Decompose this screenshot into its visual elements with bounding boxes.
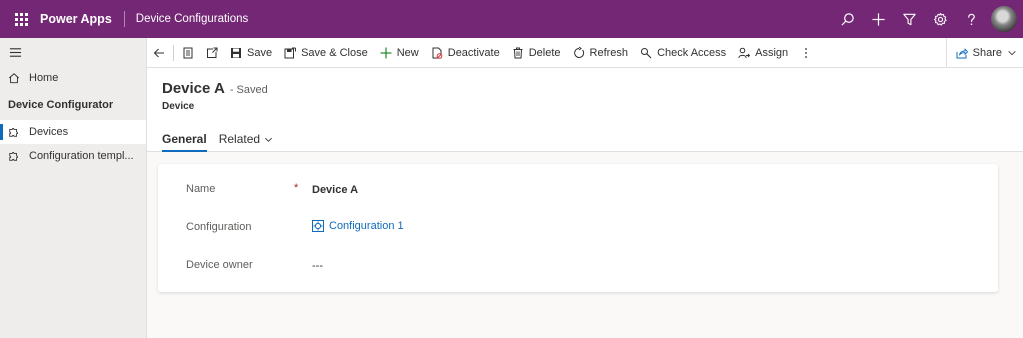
check-access-label: Check Access <box>657 46 727 59</box>
more-commands-button[interactable] <box>794 38 818 68</box>
open-in-new-window-icon <box>207 47 218 58</box>
app-name[interactable]: Power Apps <box>40 11 125 27</box>
open-new-window-button[interactable] <box>200 38 224 68</box>
waffle-icon <box>14 12 28 26</box>
name-label: Name <box>186 183 216 195</box>
chevron-down-icon <box>265 137 273 142</box>
back-button[interactable] <box>147 38 171 68</box>
deactivate-button[interactable]: Deactivate <box>425 38 506 68</box>
record-title: Device A <box>162 80 225 97</box>
plus-icon <box>380 47 392 58</box>
share-button[interactable]: Share <box>950 38 1023 68</box>
assign-button[interactable]: Assign <box>732 38 794 68</box>
tab-label: General <box>162 132 207 146</box>
form-selector-button[interactable] <box>176 38 200 68</box>
record-title-row: Device A - Saved <box>162 80 268 97</box>
tab-general[interactable]: General <box>162 126 207 152</box>
configuration-link[interactable]: Configuration 1 <box>329 220 404 232</box>
sidebar-item-configuration-templates[interactable]: Configuration templ... <box>0 144 146 168</box>
delete-button[interactable]: Delete <box>506 38 567 68</box>
deactivate-icon <box>432 47 443 59</box>
save-button[interactable]: Save <box>224 38 278 68</box>
device-owner-label: Device owner <box>186 259 253 271</box>
configuration-lookup[interactable]: Configuration 1 <box>312 220 404 232</box>
chevron-down-icon <box>1008 51 1016 56</box>
app-launcher-button[interactable] <box>6 0 36 38</box>
save-close-icon <box>284 47 297 58</box>
delete-label: Delete <box>528 46 561 59</box>
filter-icon <box>902 13 916 25</box>
share-label: Share <box>972 47 1002 59</box>
plus-icon <box>871 12 885 26</box>
refresh-icon <box>573 46 584 58</box>
command-bar: Save Save & Close New Deactivate Delete … <box>147 38 1023 68</box>
tab-related[interactable]: Related <box>219 126 273 152</box>
configuration-label: Configuration <box>186 221 252 233</box>
new-label: New <box>396 46 419 59</box>
avatar[interactable] <box>991 6 1017 32</box>
divider <box>173 44 174 61</box>
filter-button[interactable] <box>897 7 921 31</box>
sidebar-item-label: Devices <box>29 126 69 138</box>
sidebar-item-home[interactable]: Home <box>0 66 146 90</box>
help-icon <box>967 13 975 25</box>
save-and-close-button[interactable]: Save & Close <box>278 38 374 68</box>
new-button[interactable]: New <box>374 38 425 68</box>
save-status: - Saved <box>229 84 268 96</box>
tab-label: Related <box>218 132 261 146</box>
entity-record-icon <box>312 220 324 232</box>
hamburger-icon <box>9 47 22 57</box>
refresh-label: Refresh <box>589 46 629 59</box>
help-button[interactable] <box>959 7 983 31</box>
page-name[interactable]: Device Configurations <box>136 13 249 25</box>
sidebar-item-label: Home <box>29 72 59 84</box>
device-owner-field[interactable]: --- <box>312 260 323 272</box>
refresh-button[interactable]: Refresh <box>567 38 635 68</box>
key-search-icon <box>641 47 652 58</box>
entity-name: Device <box>162 101 195 112</box>
trash-icon <box>513 47 523 58</box>
person-arrow-icon <box>738 47 751 58</box>
assign-label: Assign <box>755 46 789 59</box>
sidebar-item-label: Configuration templ... <box>29 150 134 162</box>
arrow-left-icon <box>153 48 164 57</box>
name-field[interactable]: Device A <box>312 184 358 196</box>
puzzle-icon <box>9 128 18 137</box>
save-and-close-label: Save & Close <box>301 46 368 59</box>
home-icon <box>8 73 20 84</box>
form-tabs: General Related <box>162 126 285 152</box>
document-icon <box>183 47 193 58</box>
settings-icon <box>933 12 947 26</box>
save-label: Save <box>247 46 273 59</box>
deactivate-label: Deactivate <box>447 46 500 59</box>
top-bar: Power Apps Device Configurations <box>0 0 1023 38</box>
form-section: Name * Device A Configuration Configurat… <box>158 164 998 292</box>
share-icon <box>956 48 968 59</box>
sidebar-item-devices[interactable]: Devices <box>0 120 146 144</box>
collapse-nav-button[interactable] <box>0 38 146 66</box>
settings-button[interactable] <box>928 7 952 31</box>
sidebar-group-title: Device Configurator <box>8 99 114 111</box>
search-icon <box>840 12 854 26</box>
sidebar: Home Device Configurator Devices Configu… <box>0 38 147 338</box>
new-record-button[interactable] <box>866 7 890 31</box>
form-header: Device A - Saved Device General Related <box>147 68 1023 152</box>
required-indicator: * <box>294 182 299 194</box>
puzzle-icon <box>9 152 18 161</box>
search-button[interactable] <box>835 7 859 31</box>
more-vertical-icon <box>805 47 808 58</box>
save-icon <box>231 47 241 58</box>
check-access-button[interactable]: Check Access <box>634 38 732 68</box>
